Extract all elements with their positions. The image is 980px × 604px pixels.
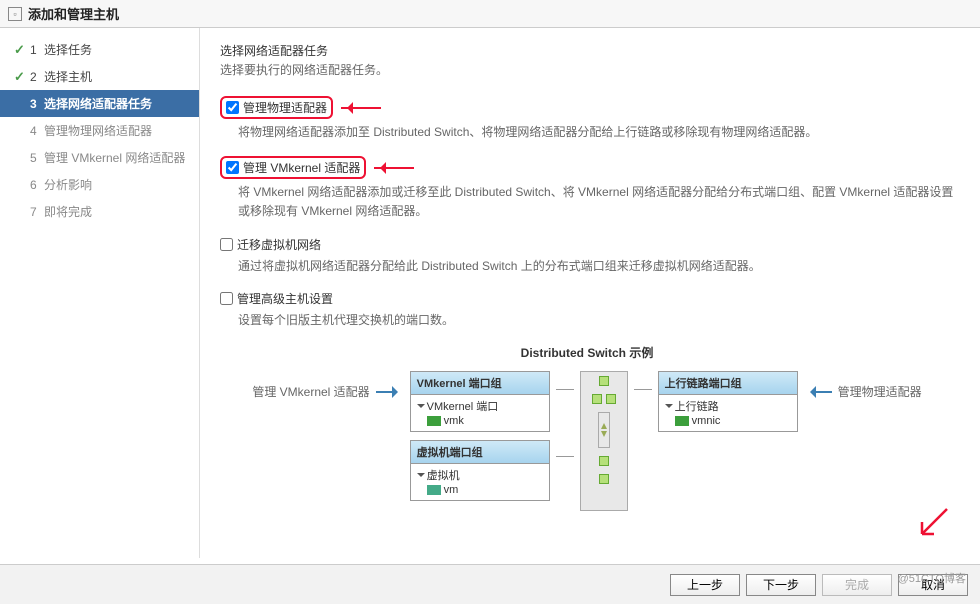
- pg-row: vm: [444, 484, 459, 496]
- port-icon: [599, 456, 609, 466]
- step-label: 选择任务: [44, 41, 92, 58]
- red-arrow-annotation: [341, 102, 391, 114]
- step-label: 即将完成: [44, 203, 92, 220]
- option-checkbox[interactable]: [220, 238, 233, 251]
- step-label: 管理 VMkernel 网络适配器: [44, 149, 185, 166]
- check-icon: ✓: [14, 69, 30, 85]
- pg-row: 虚拟机: [427, 470, 460, 482]
- red-arrow-annotation: [912, 504, 952, 544]
- red-arrow-annotation: [374, 162, 424, 174]
- nic-icon: [427, 416, 441, 426]
- port-icon: [599, 474, 609, 484]
- watermark: @51CTO博客: [898, 570, 966, 586]
- content-area: 选择网络适配器任务 选择要执行的网络适配器任务。 管理物理适配器将物理网络适配器…: [200, 28, 980, 558]
- diagram-right-label: 管理物理适配器: [838, 383, 922, 400]
- uplink-portgroup: 上行链路端口组 上行链路 vmnic: [658, 371, 798, 432]
- option-1: 管理 VMkernel 适配器将 VMkernel 网络适配器添加或迁移至此 D…: [220, 156, 954, 221]
- connector-right: [634, 371, 652, 511]
- option-checkbox[interactable]: [226, 101, 239, 114]
- footer-buttons: 上一步 下一步 完成 取消: [0, 564, 980, 604]
- updown-icon: [598, 412, 610, 448]
- check-icon: ✓: [14, 42, 30, 58]
- connector-left: [556, 371, 574, 511]
- wizard-step-6: 6分析影响: [0, 171, 199, 198]
- vm-icon: [427, 485, 441, 495]
- pg-row: VMkernel 端口: [427, 401, 499, 413]
- back-button[interactable]: 上一步: [670, 574, 740, 596]
- pg-header: 虚拟机端口组: [411, 441, 549, 464]
- option-0: 管理物理适配器将物理网络适配器添加至 Distributed Switch、将物…: [220, 96, 954, 142]
- content-subheading: 选择要执行的网络适配器任务。: [220, 61, 954, 78]
- step-label: 管理物理网络适配器: [44, 122, 152, 139]
- option-2: 迁移虚拟机网络通过将虚拟机网络适配器分配给此 Distributed Switc…: [220, 236, 954, 276]
- wizard-step-3[interactable]: 3选择网络适配器任务: [0, 90, 199, 117]
- nic-icon: [675, 416, 689, 426]
- wizard-step-4: 4管理物理网络适配器: [0, 117, 199, 144]
- step-label: 选择网络适配器任务: [44, 95, 152, 112]
- option-3: 管理高级主机设置设置每个旧版主机代理交换机的端口数。: [220, 290, 954, 330]
- option-description: 设置每个旧版主机代理交换机的端口数。: [238, 311, 954, 330]
- diagram-title: Distributed Switch 示例: [220, 344, 954, 361]
- option-label[interactable]: 管理高级主机设置: [237, 290, 333, 307]
- content-heading: 选择网络适配器任务: [220, 42, 954, 59]
- option-label[interactable]: 管理 VMkernel 适配器: [243, 159, 360, 176]
- option-checkbox[interactable]: [220, 292, 233, 305]
- option-description: 通过将虚拟机网络适配器分配给此 Distributed Switch 上的分布式…: [238, 257, 954, 276]
- vm-portgroup: 虚拟机端口组 虚拟机 vm: [410, 440, 550, 501]
- step-label: 分析影响: [44, 176, 92, 193]
- diagram: 管理 VMkernel 适配器 VMkernel 端口组 VMkernel 端口…: [220, 371, 954, 511]
- switch-box: [580, 371, 628, 511]
- wizard-step-5: 5管理 VMkernel 网络适配器: [0, 144, 199, 171]
- title-text: 添加和管理主机: [28, 4, 119, 23]
- next-button[interactable]: 下一步: [746, 574, 816, 596]
- pg-row: vmk: [444, 415, 464, 427]
- wizard-steps-sidebar: ✓1选择任务✓2选择主机3选择网络适配器任务4管理物理网络适配器5管理 VMke…: [0, 28, 200, 558]
- pg-row: 上行链路: [675, 401, 719, 413]
- arrow-left-icon: [804, 383, 832, 401]
- wizard-icon: ▫: [8, 7, 22, 21]
- pg-row: vmnic: [692, 415, 721, 427]
- port-icon: [592, 394, 602, 404]
- vmkernel-portgroup: VMkernel 端口组 VMkernel 端口 vmk: [410, 371, 550, 432]
- port-icon: [606, 394, 616, 404]
- pg-header: VMkernel 端口组: [411, 372, 549, 395]
- option-label[interactable]: 管理物理适配器: [243, 99, 327, 116]
- diagram-left-label: 管理 VMkernel 适配器: [252, 383, 369, 400]
- titlebar: ▫ 添加和管理主机: [0, 0, 980, 28]
- port-icon: [599, 376, 609, 386]
- wizard-step-1[interactable]: ✓1选择任务: [0, 36, 199, 63]
- pg-header: 上行链路端口组: [659, 372, 797, 395]
- wizard-step-7: 7即将完成: [0, 198, 199, 225]
- finish-button[interactable]: 完成: [822, 574, 892, 596]
- wizard-step-2[interactable]: ✓2选择主机: [0, 63, 199, 90]
- step-label: 选择主机: [44, 68, 92, 85]
- option-description: 将物理网络适配器添加至 Distributed Switch、将物理网络适配器分…: [238, 123, 954, 142]
- arrow-right-icon: [376, 383, 404, 401]
- option-description: 将 VMkernel 网络适配器添加或迁移至此 Distributed Swit…: [238, 183, 954, 221]
- option-checkbox[interactable]: [226, 161, 239, 174]
- option-label[interactable]: 迁移虚拟机网络: [237, 236, 321, 253]
